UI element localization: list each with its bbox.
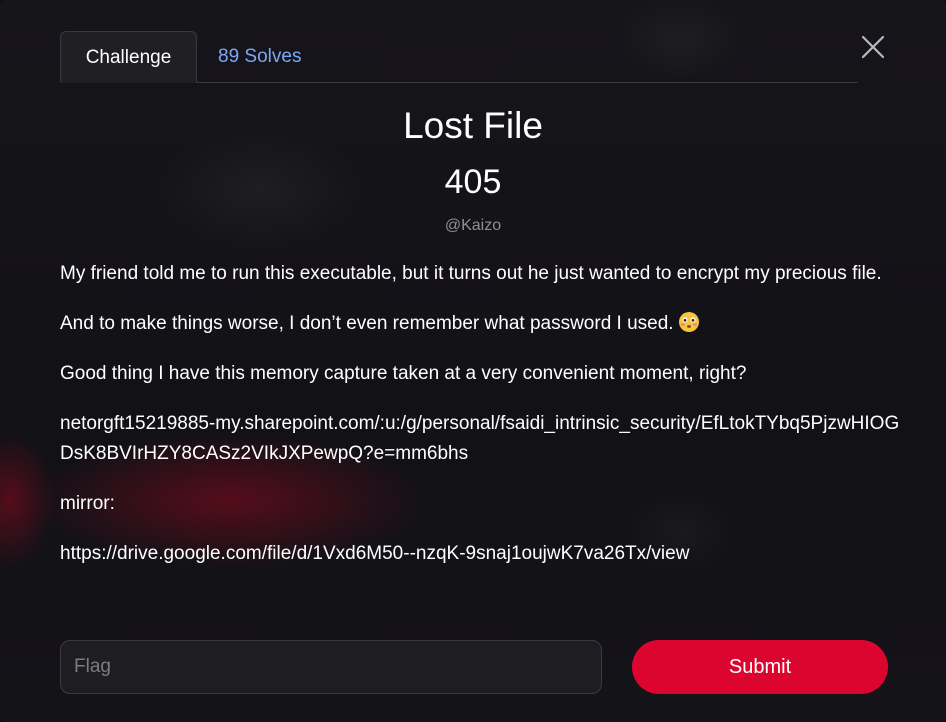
submit-button[interactable]: Submit [632, 640, 888, 694]
challenge-modal: Challenge 89 Solves Lost File 405 @Kaizo… [0, 0, 946, 722]
sharepoint-link[interactable]: netorgft15219885-my.sharepoint.com/:u:/g… [60, 409, 900, 469]
challenge-title: Lost File [403, 105, 543, 146]
description-paragraph-3: Good thing I have this memory capture ta… [60, 363, 747, 384]
google-drive-link[interactable]: https://drive.google.com/file/d/1Vxd6M50… [60, 539, 900, 569]
challenge-tabs: Challenge 89 Solves [60, 31, 858, 83]
description-paragraph-2-text: And to make things worse, I don’t even r… [60, 313, 674, 334]
tab-solves[interactable]: 89 Solves [218, 31, 301, 82]
mirror-label: mirror: [60, 493, 115, 514]
close-button[interactable] [859, 33, 887, 61]
tab-challenge[interactable]: Challenge [60, 31, 197, 83]
challenge-author: @Kaizo [444, 217, 502, 234]
description-paragraph-1: My friend told me to run this executable… [60, 263, 882, 284]
flushed-face-emoji-icon [678, 312, 699, 332]
flag-input[interactable] [60, 640, 602, 694]
close-icon [861, 35, 885, 59]
challenge-description: My friend told me to run this executable… [60, 259, 900, 589]
challenge-points: 405 [444, 163, 502, 201]
description-paragraph-2: And to make things worse, I don’t even r… [60, 309, 900, 339]
